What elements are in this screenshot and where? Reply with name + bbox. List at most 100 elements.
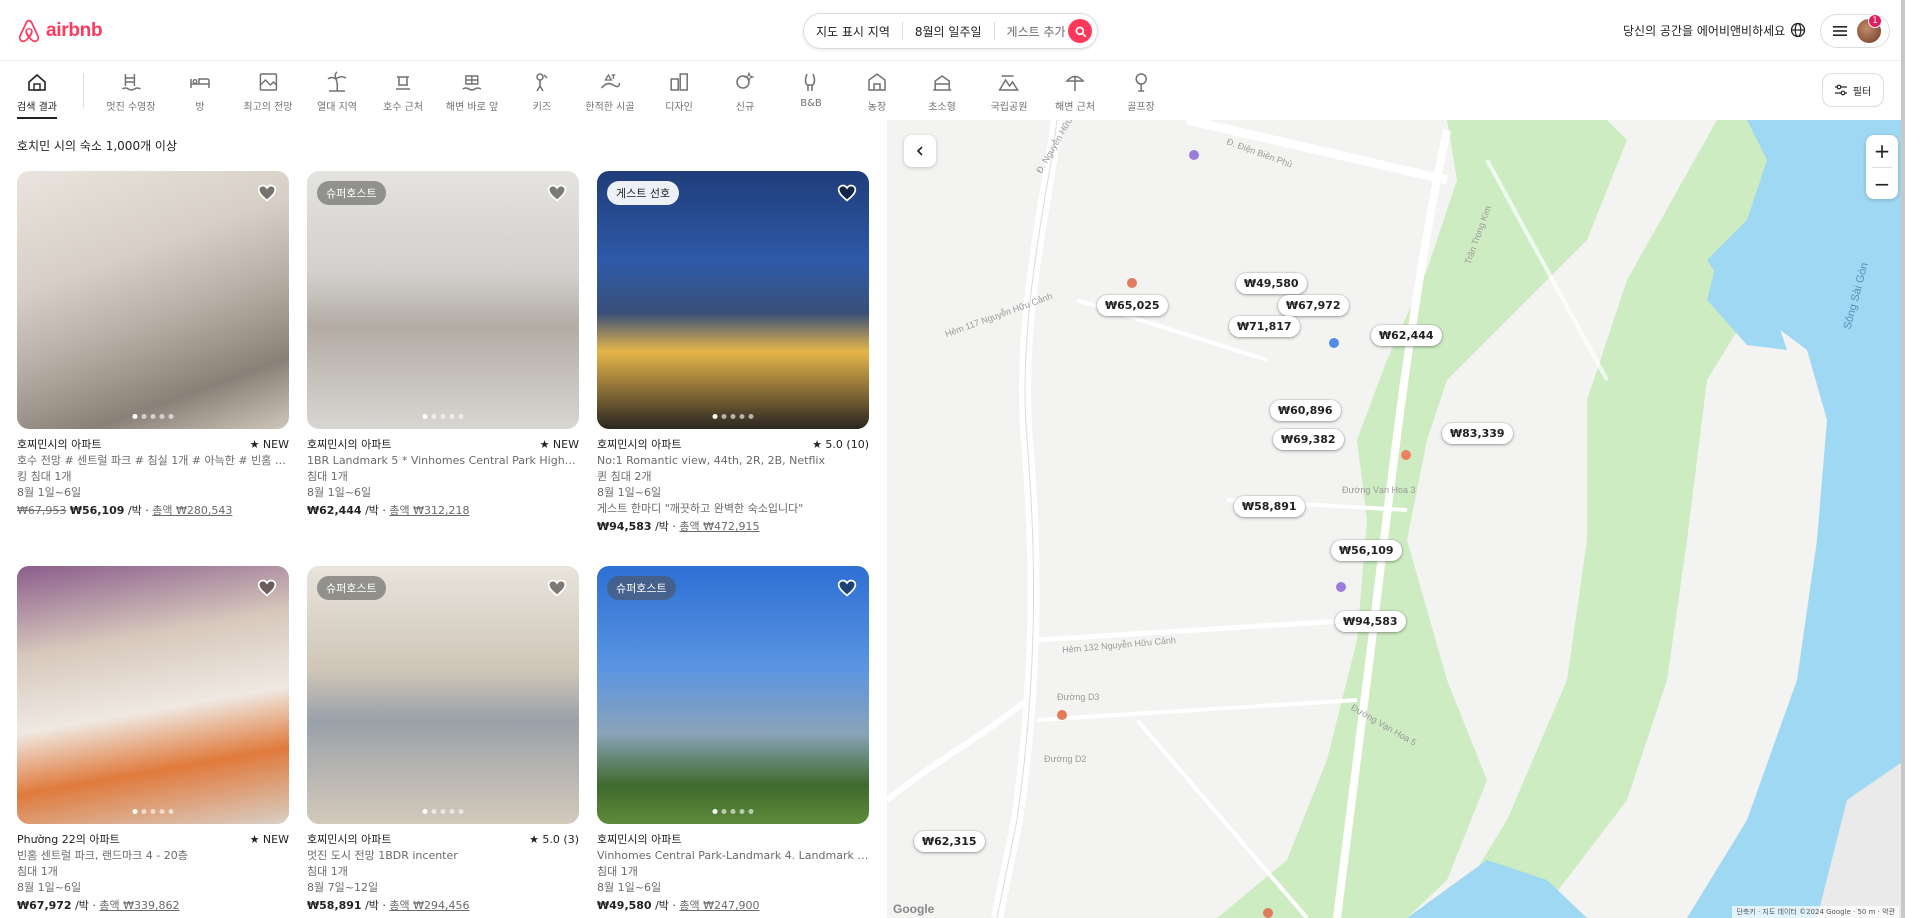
listing-title: 호찌민시의 아파트 — [597, 833, 682, 846]
heart-icon[interactable] — [547, 578, 567, 598]
map-attribution[interactable]: 단축키 · 지도 데이터 ©2024 Google · 50 m · 약관 — [1732, 906, 1899, 918]
map-price-pin[interactable]: ₩56,109 — [1331, 540, 1402, 561]
category-beach[interactable]: 해변 근처 — [1055, 71, 1095, 113]
per-night-label: /박 · — [651, 520, 680, 533]
globe-icon[interactable] — [1790, 22, 1806, 38]
category-search-results[interactable]: 검색 결과 — [17, 71, 57, 119]
listing-photo[interactable] — [17, 171, 289, 429]
category-kids[interactable]: 키즈 — [531, 71, 553, 113]
page-scrollbar[interactable] — [1901, 0, 1905, 918]
listing-price: ₩58,891 /박 · 총액 ₩294,456 — [307, 898, 579, 914]
listing-card[interactable]: 슈퍼호스트호찌민시의 아파트 Vinhomes Central Park-Land… — [597, 566, 869, 914]
photo-carousel-dots[interactable] — [422, 809, 464, 814]
listing-rating — [863, 832, 869, 848]
listing-title: 호찌민시의 아파트 — [597, 438, 682, 451]
listing-photo[interactable] — [17, 566, 289, 824]
category-pool[interactable]: 멋진 수영장 — [106, 71, 156, 113]
farm-icon — [868, 73, 886, 91]
search-guests[interactable]: 게스트 추가 — [995, 23, 1078, 40]
photo-carousel-dots[interactable] — [422, 414, 464, 419]
listing-photo[interactable]: 슈퍼호스트 — [307, 566, 579, 824]
category-palm[interactable]: 열대 지역 — [317, 71, 357, 113]
map-price-pin[interactable]: ₩94,583 — [1335, 611, 1406, 632]
hamburger-menu-icon — [1833, 26, 1847, 36]
map-price-pin[interactable]: ₩67,972 — [1278, 295, 1349, 316]
total-price[interactable]: 총액 ₩472,915 — [679, 520, 759, 533]
category-new[interactable]: 신규 — [734, 71, 756, 113]
map-street-label: Đường D2 — [1044, 754, 1087, 764]
map-price-pin[interactable]: ₩83,339 — [1442, 423, 1513, 444]
heart-icon[interactable] — [257, 578, 277, 598]
total-price[interactable]: 총액 ₩339,862 — [99, 899, 179, 912]
heart-icon[interactable] — [547, 183, 567, 203]
map-price-pin[interactable]: ₩65,025 — [1097, 295, 1168, 316]
map-collapse-button[interactable] — [904, 135, 936, 167]
search-location[interactable]: 지도 표시 지역 — [804, 23, 902, 40]
listing-dates: 8월 1일~6일 — [307, 486, 372, 499]
airbnb-logo[interactable]: airbnb — [17, 18, 103, 44]
search-bar[interactable]: 지도 표시 지역 8월의 일주일 게스트 추가 — [803, 13, 1098, 49]
category-label: 해변 근처 — [1055, 102, 1095, 113]
category-lake[interactable]: 호수 근처 — [383, 71, 423, 113]
filter-button[interactable]: 필터 — [1822, 73, 1884, 107]
listing-photo[interactable]: 슈퍼호스트 — [597, 566, 869, 824]
map-poi-icon — [1263, 908, 1273, 918]
map-price-pin[interactable]: ₩58,891 — [1234, 496, 1305, 517]
listing-rating: ★ 5.0 (10) — [812, 438, 869, 451]
listing-photo[interactable]: 게스트 선호 — [597, 171, 869, 429]
listing-card[interactable]: 게스트 선호 호찌민시의 아파트 ★ 5.0 (10) No:1 Romantic v… — [597, 171, 869, 535]
heart-icon[interactable] — [837, 183, 857, 203]
photo-carousel-dots[interactable] — [712, 809, 754, 814]
map-price-pin[interactable]: ₩71,817 — [1229, 316, 1300, 337]
map-price-pin[interactable]: ₩62,315 — [914, 831, 985, 852]
heart-icon[interactable] — [257, 183, 277, 203]
category-label: 농장 — [867, 102, 887, 113]
listing-rating: ★ NEW — [249, 833, 289, 846]
map-price-pin[interactable]: ₩60,896 — [1270, 400, 1341, 421]
total-price[interactable]: 총액 ₩312,218 — [389, 504, 469, 517]
listing-card[interactable]: Phường 22의 아파트 ★ NEW 빈홈 센트럴 파크, 랜드마크 4 - 2… — [17, 566, 289, 914]
category-golf[interactable]: 골프장 — [1127, 71, 1155, 113]
beachfront-icon — [462, 75, 482, 91]
notification-badge: 1 — [1868, 14, 1882, 28]
photo-carousel-dots[interactable] — [132, 414, 174, 419]
listing-dates: 8월 1일~6일 — [17, 486, 82, 499]
category-label: 초소형 — [928, 102, 956, 113]
listing-photo[interactable]: 슈퍼호스트 — [307, 171, 579, 429]
active-underline — [17, 117, 57, 119]
category-national-park[interactable]: 국립공원 — [991, 71, 1027, 113]
zoom-in-button[interactable]: + — [1866, 135, 1898, 167]
listing-card[interactable]: 슈퍼호스트 호찌민시의 아파트 ★ 5.0 (3) 멋진 도시 전망 1BDR inc… — [307, 566, 579, 914]
listing-badge: 슈퍼호스트 — [607, 576, 676, 600]
total-price[interactable]: 총액 ₩247,900 — [679, 899, 759, 912]
listing-info: 호찌민시의 아파트 Vinhomes Central Park-Landmark … — [597, 832, 869, 914]
total-price[interactable]: 총액 ₩280,543 — [152, 504, 232, 517]
listing-description: 1BR Landmark 5 * Vinhomes Central Park H… — [307, 454, 579, 467]
search-icon — [1075, 26, 1086, 37]
category-tiny-home[interactable]: 초소형 — [928, 71, 956, 113]
listing-dates: 8월 1일~6일 — [17, 881, 82, 894]
heart-icon[interactable] — [837, 578, 857, 598]
category-farm[interactable]: 농장 — [866, 71, 888, 113]
map[interactable]: + − Đ. Nguyễn Hữu Cảnh Đ. Điện Biên Phủ Tr… — [887, 120, 1905, 918]
total-price[interactable]: 총액 ₩294,456 — [389, 899, 469, 912]
category-countryside[interactable]: 한적한 시골 — [585, 71, 635, 113]
category-bed[interactable]: 방 — [189, 71, 211, 113]
become-host-link[interactable]: 당신의 공간을 에어비앤비하세요 — [1623, 22, 1785, 39]
category-design[interactable]: 디자인 — [665, 71, 693, 113]
photo-carousel-dots[interactable] — [712, 414, 754, 419]
category-view[interactable]: 최고의 전망 — [243, 71, 293, 113]
search-dates[interactable]: 8월의 일주일 — [903, 23, 994, 40]
map-price-pin[interactable]: ₩69,382 — [1273, 429, 1344, 450]
listing-card[interactable]: 슈퍼호스트 호찌민시의 아파트 ★ NEW 1BR Landmark 5 * Vinh… — [307, 171, 579, 519]
listing-card[interactable]: 호찌민시의 아파트 ★ NEW 호수 전망 # 센트럴 파크 # 침실 1개 # 아… — [17, 171, 289, 519]
category-beachfront[interactable]: 해변 바로 앞 — [446, 71, 498, 113]
listing-price: ₩49,580 /박 · 총액 ₩247,900 — [597, 898, 869, 914]
photo-carousel-dots[interactable] — [132, 809, 174, 814]
category-bnb[interactable]: B&B — [800, 71, 822, 109]
map-price-pin[interactable]: ₩62,444 — [1371, 325, 1442, 346]
map-price-pin[interactable]: ₩49,580 — [1236, 273, 1307, 294]
zoom-out-button[interactable]: − — [1866, 168, 1898, 200]
search-button[interactable] — [1068, 19, 1092, 43]
map-poi-icon — [1329, 338, 1339, 348]
